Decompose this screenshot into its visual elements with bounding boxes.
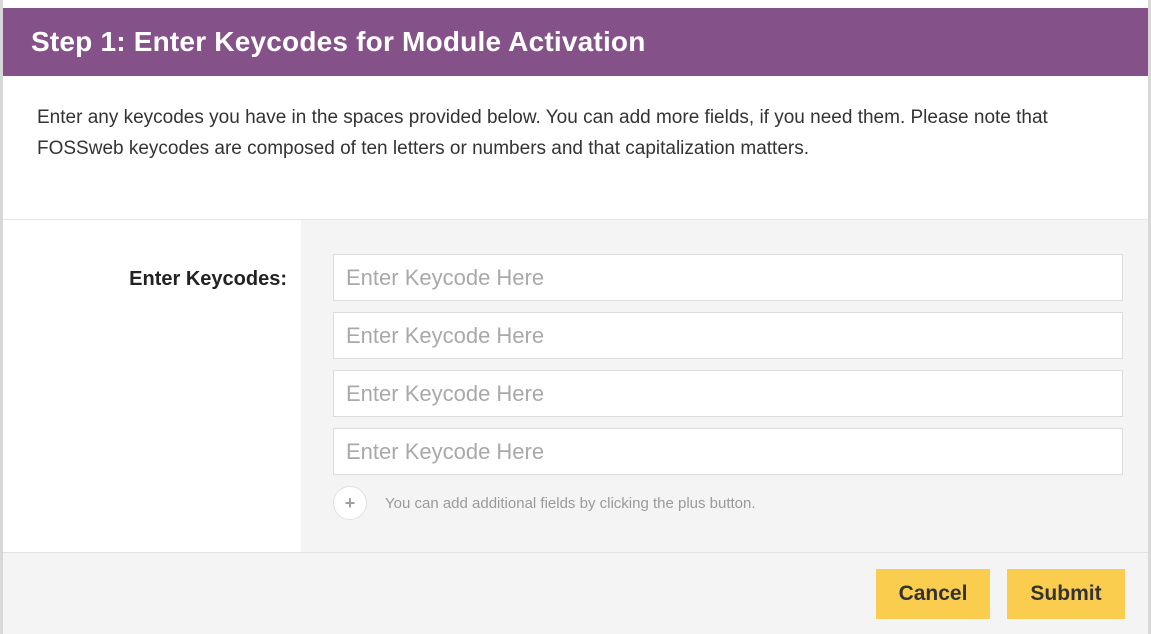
add-field-row: + You can add additional fields by click… [333,486,1125,520]
keycode-input-1[interactable] [333,254,1123,301]
keycode-form: Enter Keycodes: + You can add additional… [3,220,1148,552]
add-field-button[interactable]: + [333,486,367,520]
keycode-input-3[interactable] [333,370,1123,417]
label-column: Enter Keycodes: [3,220,301,552]
cancel-button[interactable]: Cancel [876,569,990,619]
submit-button[interactable]: Submit [1007,569,1125,619]
dialog-title: Step 1: Enter Keycodes for Module Activa… [31,26,646,57]
intro-section: Enter any keycodes you have in the space… [3,76,1148,220]
add-field-hint: You can add additional fields by clickin… [385,494,756,512]
intro-text: Enter any keycodes you have in the space… [37,107,1048,159]
keycode-dialog: Step 1: Enter Keycodes for Module Activa… [0,0,1151,634]
keycode-input-4[interactable] [333,428,1123,475]
dialog-header: Step 1: Enter Keycodes for Module Activa… [3,8,1148,76]
plus-icon: + [344,493,356,513]
keycode-input-2[interactable] [333,312,1123,359]
dialog-footer: Cancel Submit [3,552,1148,634]
dialog-top-edge [3,0,1148,8]
fields-column: + You can add additional fields by click… [301,220,1148,552]
keycodes-label: Enter Keycodes: [129,268,287,290]
